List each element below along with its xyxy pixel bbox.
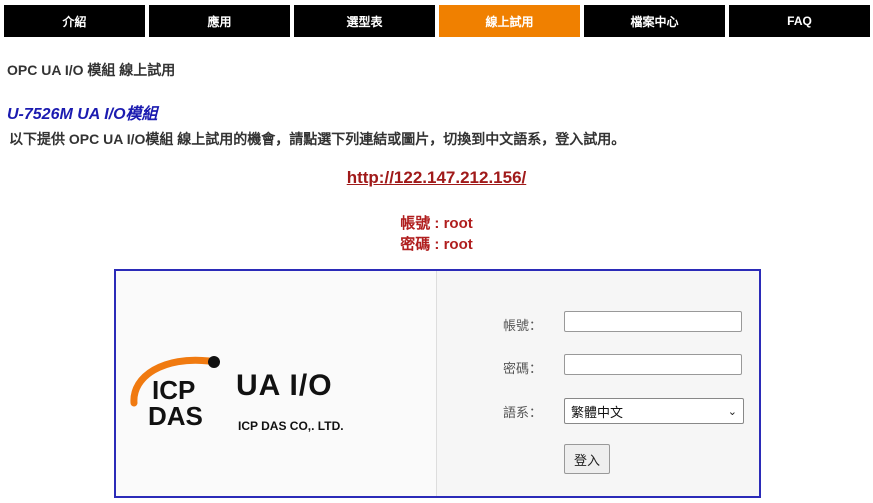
tab-intro[interactable]: 介紹: [4, 5, 145, 37]
svg-text:DAS: DAS: [148, 401, 203, 431]
tab-online-trial[interactable]: 線上試用: [439, 5, 580, 37]
icp-das-logo: ICP DAS: [130, 356, 220, 431]
tab-faq[interactable]: FAQ: [729, 5, 870, 37]
tab-download-center[interactable]: 檔案中心: [584, 5, 725, 37]
username-row: 帳號：: [437, 311, 759, 337]
username-field[interactable]: [564, 311, 742, 332]
demo-link-row: http://122.147.212.156/: [0, 168, 873, 188]
brand-sub: ICP DAS CO,. LTD.: [238, 419, 344, 433]
password-row: 密碼：: [437, 354, 759, 380]
login-form: 帳號： 密碼： 語系： 繁體中文 ⌄ 登入: [437, 271, 759, 496]
logo-area: ICP DAS UA I/O ICP DAS CO,. LTD.: [116, 271, 437, 496]
top-nav: 介紹 應用 選型表 線上試用 檔案中心 FAQ: [4, 5, 870, 37]
language-row: 語系： 繁體中文 ⌄: [437, 398, 759, 424]
intro-text: 以下提供 OPC UA I/O模組 線上試用的機會，請點選下列連結或圖片，切換到…: [9, 131, 626, 147]
page-title: OPC UA I/O 模組 線上試用: [7, 62, 176, 78]
password-info: 密碼 : root: [400, 236, 473, 253]
language-select[interactable]: 繁體中文 ⌄: [564, 398, 744, 424]
chevron-down-icon: ⌄: [727, 406, 737, 418]
demo-url-link[interactable]: http://122.147.212.156/: [347, 168, 527, 187]
account-info: 帳號 : root: [400, 215, 473, 232]
login-screenshot-panel[interactable]: ICP DAS UA I/O ICP DAS CO,. LTD. 帳號： 密碼：…: [114, 269, 761, 498]
tab-selection-guide[interactable]: 選型表: [294, 5, 435, 37]
model-title: U-7526M UA I/O模組: [7, 106, 158, 123]
language-value: 繁體中文: [571, 404, 624, 420]
username-label: 帳號：: [503, 318, 543, 333]
password-field[interactable]: [564, 354, 742, 375]
password-label: 密碼：: [503, 361, 543, 376]
tab-applications[interactable]: 應用: [149, 5, 290, 37]
login-button[interactable]: 登入: [564, 444, 610, 474]
brand-main: UA I/O: [236, 369, 333, 402]
language-label: 語系：: [503, 405, 543, 420]
